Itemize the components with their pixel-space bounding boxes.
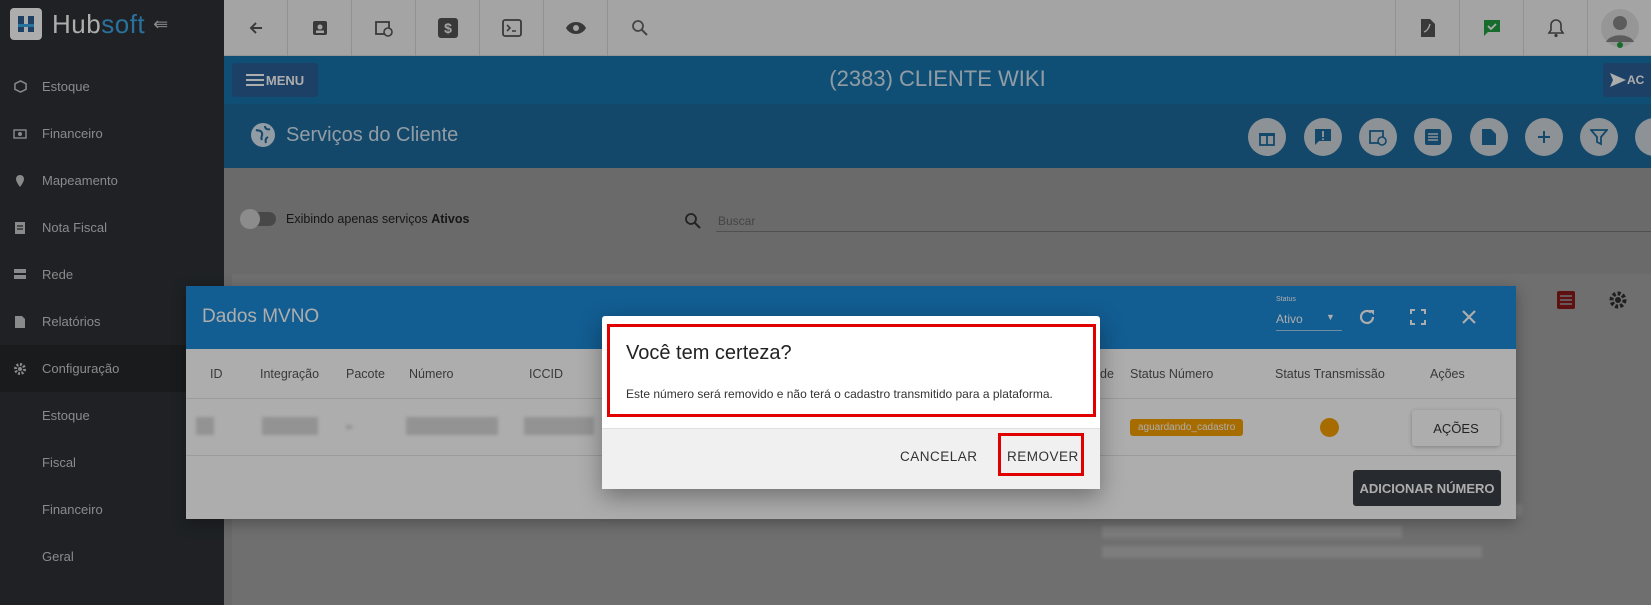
modal-backdrop [0, 0, 1651, 605]
cancel-button[interactable]: CANCELAR [900, 449, 978, 464]
highlight-box [998, 433, 1084, 476]
confirm-dialog: Você tem certeza? Este número será remov… [602, 316, 1100, 489]
highlight-box [607, 324, 1096, 417]
confirm-dialog-footer: CANCELAR REMOVER [602, 428, 1100, 489]
